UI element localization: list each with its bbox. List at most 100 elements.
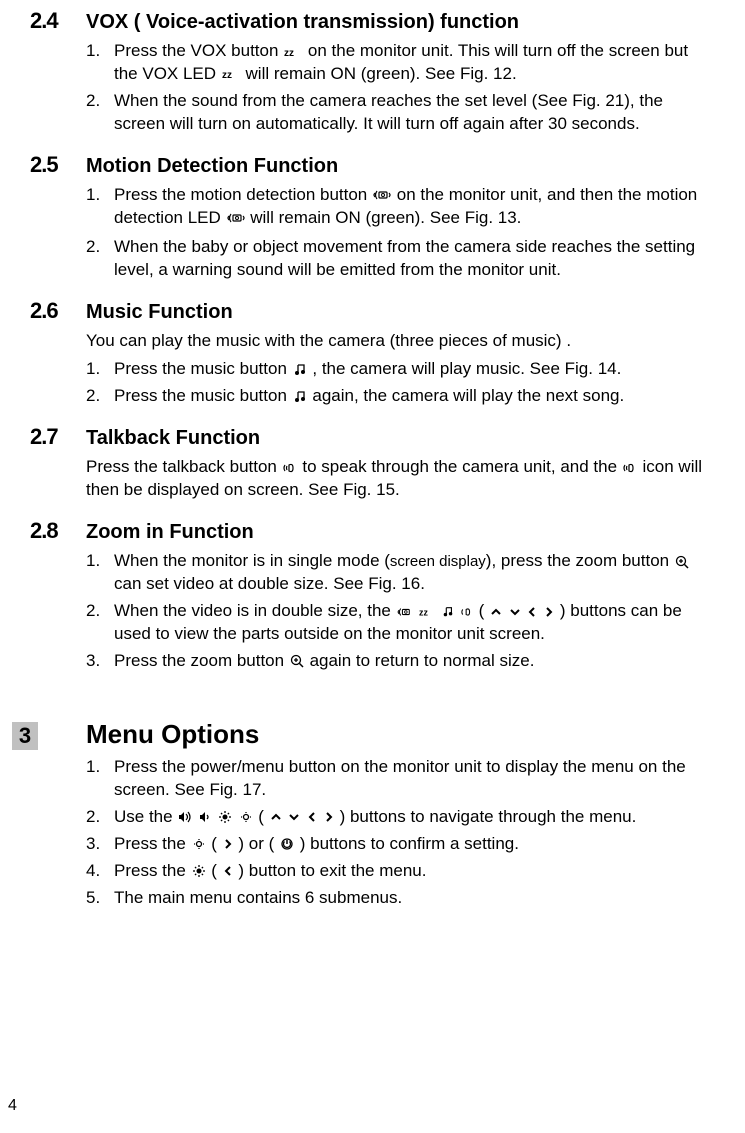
text-fragment: Press the zoom button <box>114 651 289 670</box>
section-2-5: 2.5 Motion Detection Function 1. Press t… <box>30 152 715 282</box>
text-fragment: Press the <box>114 834 191 853</box>
list-number: 2. <box>86 385 114 408</box>
chevron-up-icon <box>490 607 502 617</box>
text-fragment: Press the talkback button <box>86 457 282 476</box>
list-number: 1. <box>86 184 114 230</box>
svg-text:zz: zz <box>284 48 294 58</box>
text-fragment: will remain ON (green). See Fig. 13. <box>250 208 521 227</box>
zoom-in-icon <box>290 654 304 668</box>
list-text: Press the power/menu button on the monit… <box>114 756 715 802</box>
chevron-left-icon <box>527 606 537 618</box>
section-number: 2.5 <box>30 152 86 178</box>
list-text: Use the ( ) buttons to navigate through … <box>114 806 715 829</box>
speaker-low-icon <box>199 811 211 823</box>
section-number: 2.7 <box>30 424 86 450</box>
section-title: Motion Detection Function <box>86 155 338 178</box>
brightness-high-icon <box>192 864 206 878</box>
list-number: 4. <box>86 860 114 883</box>
text-fragment: ) button to exit the menu. <box>238 861 426 880</box>
section-title: Talkback Function <box>86 427 260 450</box>
section-number-box: 3 <box>12 722 38 750</box>
section-number: 2.4 <box>30 8 86 34</box>
svg-text:zz: zz <box>419 607 428 617</box>
chevron-right-icon <box>544 606 554 618</box>
zz-icon: zz <box>222 68 240 80</box>
zz-icon: zz <box>284 46 302 58</box>
section-3: 3 Menu Options 1. Press the power/menu b… <box>30 719 715 910</box>
intro-text: You can play the music with the camera (… <box>86 330 715 353</box>
list-number: 1. <box>86 550 114 596</box>
brightness-low-icon <box>192 837 206 851</box>
list-text: Press the music button again, the camera… <box>114 385 715 408</box>
list-item: 1. Press the music button , the camera w… <box>86 358 715 381</box>
power-icon <box>280 837 294 851</box>
list-text: When the baby or object movement from th… <box>114 236 715 282</box>
text-fragment: ) buttons to confirm a setting. <box>300 834 519 853</box>
list-number: 1. <box>86 756 114 802</box>
text-fragment: screen display <box>390 553 486 570</box>
text-fragment: again to return to normal size. <box>310 651 535 670</box>
music-note-icon <box>293 363 307 377</box>
list-item: 2. Press the music button again, the cam… <box>86 385 715 408</box>
motion-camera-icon <box>227 211 245 225</box>
text-fragment: ( <box>211 861 221 880</box>
list-number: 2. <box>86 600 114 646</box>
talkback-icon <box>623 461 637 475</box>
section-header: 2.7 Talkback Function <box>30 424 715 450</box>
talkback-icon <box>461 606 473 618</box>
list-item: 4. Press the ( ) button to exit the menu… <box>86 860 715 883</box>
section-title: VOX ( Voice-activation transmission) fun… <box>86 11 519 34</box>
music-note-icon <box>293 390 307 404</box>
list-item: 3. Press the zoom button again to return… <box>86 650 715 673</box>
list-number: 2. <box>86 806 114 829</box>
text-fragment: ) buttons to navigate through the menu. <box>340 807 637 826</box>
page-number: 4 <box>8 1097 17 1115</box>
text-fragment: When the monitor is in single mode ( <box>114 551 390 570</box>
list-number: 1. <box>86 40 114 86</box>
list-number: 3. <box>86 650 114 673</box>
zz-icon: zz <box>419 606 435 618</box>
text-fragment: ( <box>479 601 489 620</box>
chevron-right-icon <box>324 811 334 823</box>
text-fragment: When the video is in double size, the <box>114 601 396 620</box>
list-item: 1. Press the motion detection button on … <box>86 184 715 230</box>
list-item: 1. When the monitor is in single mode (s… <box>86 550 715 596</box>
section-2-7: 2.7 Talkback Function Press the talkback… <box>30 424 715 502</box>
list-number: 3. <box>86 833 114 856</box>
section-2-6: 2.6 Music Function You can play the musi… <box>30 298 715 409</box>
section-body: Press the talkback button to speak throu… <box>86 456 715 502</box>
list-item: 2. When the baby or object movement from… <box>86 236 715 282</box>
section-number: 2.6 <box>30 298 86 324</box>
section-2-8: 2.8 Zoom in Function 1. When the monitor… <box>30 518 715 673</box>
list-item: 2. When the sound from the camera reache… <box>86 90 715 136</box>
list-number: 5. <box>86 887 114 910</box>
text-fragment: Press the motion detection button <box>114 185 372 204</box>
text-fragment: Press the <box>114 861 191 880</box>
motion-camera-icon <box>373 188 391 202</box>
music-note-icon <box>442 606 454 618</box>
list-text: Press the ( ) or ( ) buttons to confirm … <box>114 833 715 856</box>
list-number: 1. <box>86 358 114 381</box>
svg-text:zz: zz <box>222 70 232 80</box>
text-fragment: ) or ( <box>238 834 279 853</box>
list-text: When the sound from the camera reaches t… <box>114 90 715 136</box>
text-fragment: ), press the zoom button <box>486 551 674 570</box>
list-text: Press the zoom button again to return to… <box>114 650 715 673</box>
text-fragment: ( <box>258 807 268 826</box>
text-fragment: , the camera will play music. See Fig. 1… <box>312 359 621 378</box>
chevron-right-icon <box>223 838 233 850</box>
section-header: 2.6 Music Function <box>30 298 715 324</box>
section-body: 1. Press the VOX button zz on the monito… <box>86 40 715 136</box>
brightness-high-icon <box>218 810 232 824</box>
speaker-loud-icon <box>178 811 192 823</box>
list-text: Press the VOX button zz on the monitor u… <box>114 40 715 86</box>
text-fragment: again, the camera will play the next son… <box>312 386 624 405</box>
list-item: 2. When the video is in double size, the… <box>86 600 715 646</box>
list-text: The main menu contains 6 submenus. <box>114 887 715 910</box>
chevron-down-icon <box>288 812 300 822</box>
list-item: 2. Use the ( ) buttons to navigate throu… <box>86 806 715 829</box>
list-item: 1. Press the power/menu button on the mo… <box>86 756 715 802</box>
list-text: Press the ( ) button to exit the menu. <box>114 860 715 883</box>
text-fragment: Press the music button <box>114 359 292 378</box>
section-number: 2.8 <box>30 518 86 544</box>
